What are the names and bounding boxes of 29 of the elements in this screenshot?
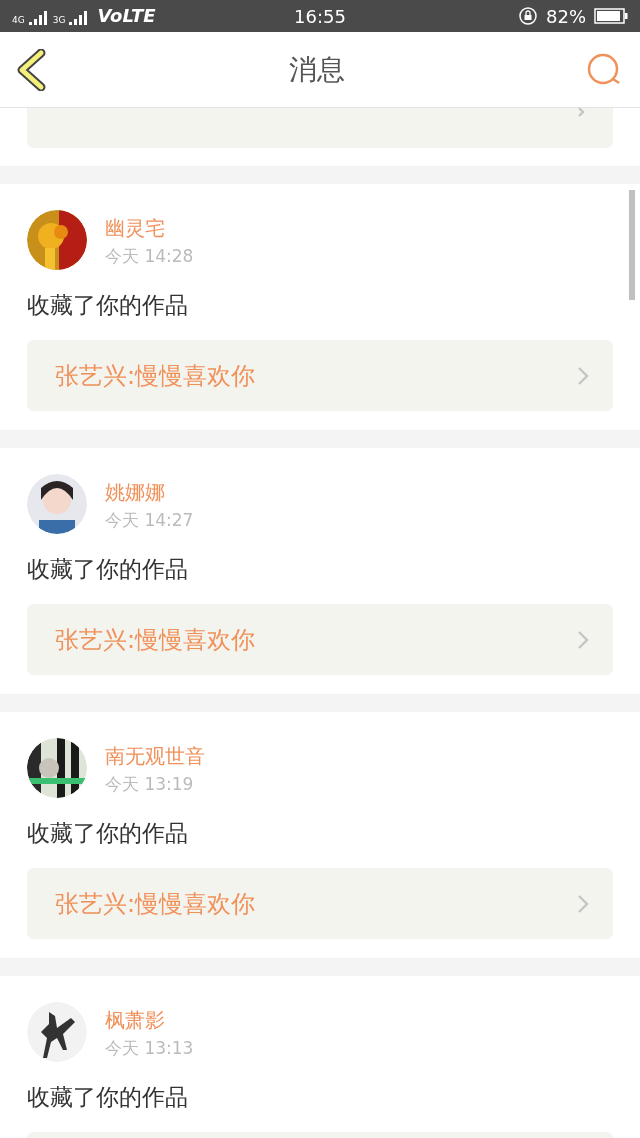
user-name[interactable]: 幽灵宅 [105, 214, 194, 242]
back-icon [16, 48, 46, 91]
chevron-right-icon [577, 365, 589, 386]
message-text: 收藏了你的作品 [27, 291, 189, 320]
network-label: 3G [52, 16, 66, 25]
signal-icon [28, 11, 49, 25]
message-text: 收藏了你的作品 [27, 819, 189, 848]
message-time: 今天 13:13 [105, 1037, 194, 1060]
clock: 16:55 [294, 4, 346, 29]
user-name[interactable]: 姚娜娜 [105, 478, 194, 506]
message-text: 收藏了你的作品 [27, 1083, 189, 1112]
network-label: 4G [12, 16, 25, 25]
chevron-right-icon [577, 629, 589, 650]
signal-icon [69, 11, 90, 25]
chevron-right-icon [577, 893, 589, 914]
user-name[interactable]: 枫萧影 [105, 1006, 194, 1034]
page-title: 消息 [289, 51, 345, 88]
work-link[interactable]: 张艺兴:慢慢喜欢你 [27, 604, 613, 675]
battery-percent: 82% [546, 4, 586, 29]
work-link[interactable]: 张艺兴:慢慢喜欢你 [27, 340, 613, 411]
battery-icon [594, 8, 628, 24]
message-time: 今天 14:28 [105, 245, 194, 268]
carrier-label: VoLTE [97, 7, 156, 25]
work-link[interactable]: 张艺兴:慢慢喜欢你 [27, 868, 613, 939]
user-name[interactable]: 南无观世音 [105, 742, 205, 770]
message-time: 今天 13:19 [105, 773, 195, 796]
message-time: 今天 14:27 [105, 509, 194, 532]
rotation-lock-icon [518, 6, 538, 26]
message-text: 收藏了你的作品 [27, 555, 189, 584]
